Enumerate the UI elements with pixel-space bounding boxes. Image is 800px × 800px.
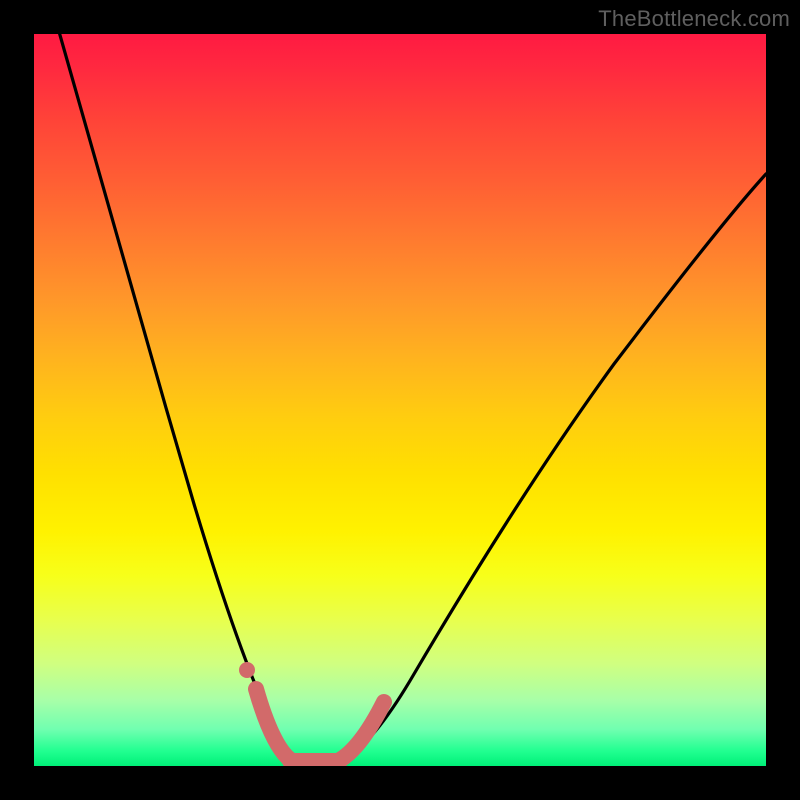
bottleneck-curve xyxy=(54,34,766,762)
min-highlight-right xyxy=(338,702,384,761)
curve-layer xyxy=(34,34,766,766)
plot-area xyxy=(34,34,766,766)
chart-frame: TheBottleneck.com xyxy=(0,0,800,800)
min-dot xyxy=(239,662,255,678)
min-highlight-left xyxy=(256,689,292,761)
watermark-text: TheBottleneck.com xyxy=(598,6,790,32)
